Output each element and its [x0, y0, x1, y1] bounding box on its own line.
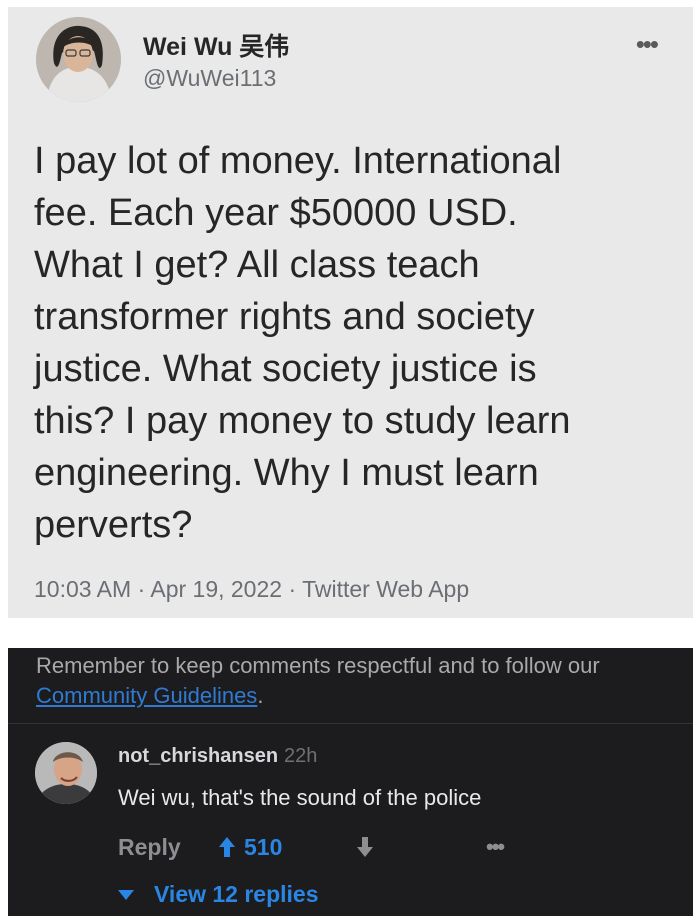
comment-author[interactable]: not_chrishansen [118, 745, 278, 767]
more-horizontal-icon[interactable]: ••• [636, 31, 659, 57]
view-replies-label: View 12 replies [154, 881, 319, 907]
commenter-avatar[interactable] [35, 742, 97, 804]
comment-text: Wei wu, that's the sound of the police [118, 785, 482, 810]
upvote-button[interactable]: 510 [218, 834, 356, 861]
community-notice: Remember to keep comments respectful and… [36, 651, 676, 711]
comment-username[interactable]: not_chrishansen 22h [118, 745, 317, 768]
upvote-count: 510 [244, 833, 283, 860]
arrow-up-icon [219, 837, 235, 857]
author-avatar[interactable] [36, 17, 121, 102]
tweet-timestamp[interactable]: 10:03 AM · Apr 19, 2022 · Twitter Web Ap… [34, 576, 469, 603]
view-replies-button[interactable]: View 12 replies [118, 881, 319, 908]
arrow-down-icon [357, 837, 373, 857]
community-guidelines-link[interactable]: Community Guidelines [36, 683, 257, 708]
notice-text: Remember to keep comments respectful and… [36, 653, 600, 678]
tweet-card: Wei Wu 吴伟 @WuWei113 ••• I pay lot of mon… [8, 7, 693, 618]
comment-time: 22h [284, 745, 318, 767]
downvote-button[interactable] [356, 836, 486, 858]
comments-panel: Remember to keep comments respectful and… [8, 648, 693, 916]
comment-actions: Reply 510 ••• [118, 831, 505, 863]
caret-down-icon [118, 889, 134, 900]
reply-button[interactable]: Reply [118, 834, 218, 861]
tweet-text: I pay lot of money. International fee. E… [34, 140, 571, 546]
notice-suffix: . [257, 683, 264, 708]
author-handle[interactable]: @WuWei113 [143, 65, 276, 92]
divider [8, 723, 693, 724]
comment-more-icon[interactable]: ••• [486, 834, 505, 860]
author-name[interactable]: Wei Wu 吴伟 [143, 27, 289, 63]
